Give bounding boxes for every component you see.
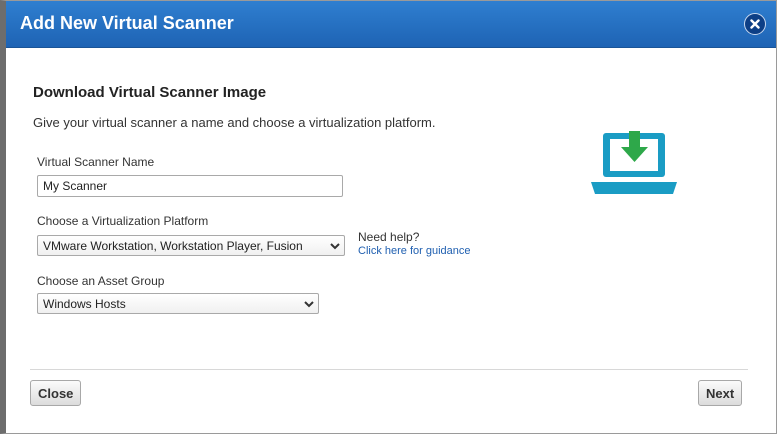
footer-divider xyxy=(30,369,748,370)
asset-group-selected-value: Windows Hosts xyxy=(43,297,126,311)
intro-text: Give your virtual scanner a name and cho… xyxy=(33,115,436,130)
dialog-titlebar: Add New Virtual Scanner xyxy=(6,1,776,48)
asset-group-label: Choose an Asset Group xyxy=(37,274,165,288)
section-heading: Download Virtual Scanner Image xyxy=(33,84,267,101)
scanner-name-input[interactable] xyxy=(37,175,343,197)
chevron-down-icon xyxy=(330,243,340,250)
add-virtual-scanner-dialog: Add New Virtual Scanner Download Virtual… xyxy=(0,0,777,434)
platform-selected-value: VMware Workstation, Workstation Player, … xyxy=(43,239,303,253)
platform-label: Choose a Virtualization Platform xyxy=(37,214,209,228)
close-icon[interactable] xyxy=(744,13,766,35)
scanner-name-label: Virtual Scanner Name xyxy=(37,155,155,169)
laptop-download-icon xyxy=(591,131,677,194)
platform-select[interactable]: VMware Workstation, Workstation Player, … xyxy=(37,235,345,256)
asset-group-select[interactable]: Windows Hosts xyxy=(37,293,319,314)
need-help-text: Need help? xyxy=(358,230,420,244)
chevron-down-icon xyxy=(304,301,314,308)
dialog-title: Add New Virtual Scanner xyxy=(20,13,234,33)
next-button[interactable]: Next xyxy=(698,380,743,406)
guidance-link[interactable]: Click here for guidance xyxy=(358,245,471,257)
close-button[interactable]: Close xyxy=(30,380,82,406)
